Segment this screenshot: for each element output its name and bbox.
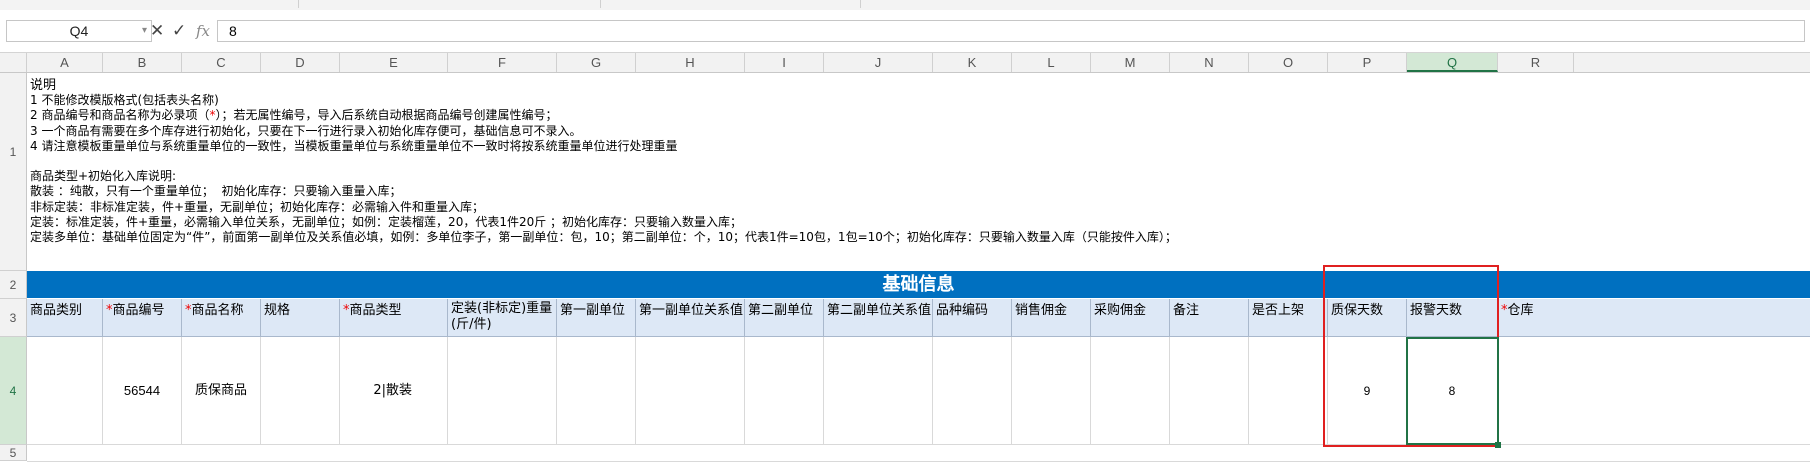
header-cell-category[interactable]: 商品类别 [27,299,103,337]
formula-bar: Q4 ▾ ✕ ✓ fx 8 [0,10,1810,53]
data-cell-h4[interactable] [636,337,745,445]
row-header-5[interactable]: 5 [0,445,27,461]
column-header-f[interactable]: F [448,53,557,72]
column-header-i[interactable]: I [745,53,824,72]
column-header-o[interactable]: O [1249,53,1328,72]
data-cell-i4[interactable] [745,337,824,445]
name-box-value: Q4 [69,23,89,39]
instructions-cell[interactable]: 说明 1 不能修改模版格式(包括表头名称) 2 商品编号和商品名称为必录项（*）；若… [30,78,1177,245]
type-line-4: 定装多单位：基础单位固定为“件”，前面第一副单位及关系值必填，如例：多单位李子，… [30,230,1177,245]
column-header-k[interactable]: K [933,53,1012,72]
data-cell-d4[interactable] [261,337,340,445]
type-line-1: 散装 ：纯散，只有一个重量单位； 初始化库存：只要输入重量入库； [30,184,402,199]
notes-title: 说明 [30,78,57,93]
header-cell-spec[interactable]: 规格 [261,299,340,337]
column-header-a[interactable]: A [27,53,103,72]
data-cell-e4[interactable]: 2|散装 [340,337,448,445]
data-cell-j4[interactable] [824,337,933,445]
data-cell-c4[interactable]: 质保商品 [182,337,261,445]
header-cell-unit1-rel[interactable]: 第一副单位关系值 [636,299,745,337]
notes-line-2: 2 商品编号和商品名称为必录项（*）；若无属性编号，导入后系统自动根据商品编号创… [30,108,558,123]
column-header-h[interactable]: H [636,53,745,72]
row-5[interactable] [27,445,1810,462]
name-box[interactable]: Q4 ▾ [6,20,152,42]
data-cell-f4[interactable] [448,337,557,445]
chevron-down-icon[interactable]: ▾ [142,21,147,41]
header-cell-remark[interactable]: 备注 [1170,299,1249,337]
row-header-1[interactable]: 1 [0,73,27,271]
header-cell-purchase-comm[interactable]: 采购佣金 [1091,299,1170,337]
column-header-g[interactable]: G [557,53,636,72]
column-header-p[interactable]: P [1328,53,1407,72]
data-cell-n4[interactable] [1170,337,1249,445]
section-banner[interactable]: 基础信息 [27,271,1810,298]
row-header-3[interactable]: 3 [0,299,27,337]
column-header-d[interactable]: D [261,53,340,72]
column-header-e[interactable]: E [340,53,448,72]
column-header-c[interactable]: C [182,53,261,72]
header-cell-code[interactable]: *商品编号 [103,299,182,337]
data-cell-r4[interactable] [1498,337,1810,445]
column-header-r[interactable]: R [1498,53,1574,72]
column-header-b[interactable]: B [103,53,182,72]
data-cell-o4[interactable] [1249,337,1328,445]
header-cell-warehouse[interactable]: *仓库 [1498,299,1810,337]
header-cell-listed[interactable]: 是否上架 [1249,299,1328,337]
column-header-l[interactable]: L [1012,53,1091,72]
select-all-corner[interactable] [0,53,27,72]
header-cell-sales-comm[interactable]: 销售佣金 [1012,299,1091,337]
header-cell-name[interactable]: *商品名称 [182,299,261,337]
data-cell-m4[interactable] [1091,337,1170,445]
notes-line-4: 4 请注意模板重量单位与系统重量单位的一致性，当模板重量单位与系统重量单位不一致… [30,138,678,153]
fill-handle[interactable] [1495,442,1501,448]
notes-line-3: 3 一个商品有需要在多个库存进行初始化，只要在下一行进行录入初始化库存便可，基础… [30,123,582,138]
data-cell-l4[interactable] [1012,337,1091,445]
formula-input[interactable]: 8 [217,20,1805,42]
header-cell-weight[interactable]: 定装(非标定)重量 (斤/件) [448,299,557,337]
fx-icon[interactable]: fx [196,22,210,40]
header-cell-type[interactable]: *商品类型 [340,299,448,337]
active-cell-selection [1406,337,1499,445]
type-line-2: 非标定装：非标准定装，件+重量，无副单位；初始化库存：必需输入件和重量入库； [30,199,485,214]
header-cell-unit2[interactable]: 第二副单位 [745,299,824,337]
header-cell-unit1[interactable]: 第一副单位 [557,299,636,337]
row-header-4[interactable]: 4 [0,337,27,445]
column-header-m[interactable]: M [1091,53,1170,72]
data-cell-k4[interactable] [933,337,1012,445]
column-header-q[interactable]: Q [1407,53,1498,72]
data-cell-b4[interactable]: 56544 [103,337,182,445]
row-header-2[interactable]: 2 [0,271,27,299]
column-header-n[interactable]: N [1170,53,1249,72]
notes-line-1: 1 不能修改模版格式(包括表头名称) [30,93,219,108]
column-header-j[interactable]: J [824,53,933,72]
column-header-bar: A B C D E F G H I J K L M N O P Q R [0,53,1810,73]
data-cell-g4[interactable] [557,337,636,445]
cancel-icon[interactable]: ✕ [150,22,164,40]
confirm-icon[interactable]: ✓ [172,22,186,40]
header-cell-variety[interactable]: 品种编码 [933,299,1012,337]
type-title: 商品类型+初始化入库说明: [30,169,177,184]
header-cell-unit2-rel[interactable]: 第二副单位关系值 [824,299,933,337]
type-line-3: 定装：标准定装，件+重量，必需输入单位关系，无副单位；如例：定装榴莲，20，代表… [30,214,743,229]
data-cell-a4[interactable] [27,337,103,445]
